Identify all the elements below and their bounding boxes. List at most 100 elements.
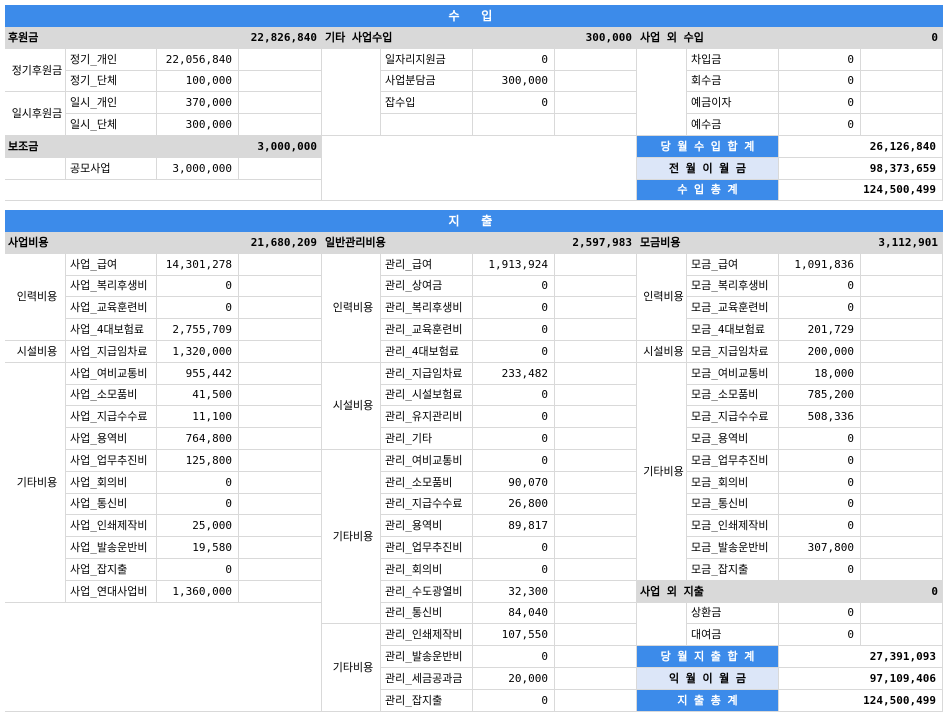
group-empty — [637, 48, 687, 136]
item-empty — [861, 48, 943, 71]
summary-value: 124,500,499 — [779, 689, 943, 712]
item-label: 모금_인쇄제작비 — [687, 515, 779, 538]
item-value: 0 — [157, 471, 239, 494]
item-empty — [555, 624, 637, 647]
item-value: 19,580 — [157, 537, 239, 559]
item-label: 관리_교육훈련비 — [381, 319, 473, 341]
item-label: 관리_소모품비 — [381, 471, 473, 494]
item-label: 관리_업무추진비 — [381, 537, 473, 559]
item-label: 사업_통신비 — [66, 493, 157, 516]
item-empty — [555, 646, 637, 668]
group-label: 인력비용 — [322, 253, 381, 363]
item-value: 1,320,000 — [157, 341, 239, 363]
item-label: 모금_발송운반비 — [687, 537, 779, 559]
item-label: 관리_잡지출 — [381, 689, 473, 712]
item-empty — [239, 92, 322, 115]
item-label: 상환금 — [687, 602, 779, 625]
item-label: 일자리지원금 — [381, 48, 473, 71]
item-value: 0 — [779, 471, 861, 494]
item-label: 사업_지급임차료 — [66, 341, 157, 363]
item-empty — [239, 362, 322, 385]
item-label: 관리_용역비 — [381, 515, 473, 538]
item-value: 200,000 — [779, 341, 861, 363]
item-value: 11,100 — [157, 406, 239, 429]
item-label: 사업_복리후생비 — [66, 275, 157, 298]
item-value: 0 — [473, 406, 555, 429]
item-label: 관리_복리후생비 — [381, 297, 473, 320]
fundraising-expense-total: 3,112,901 — [861, 232, 943, 254]
item-empty — [555, 341, 637, 363]
item-value: 0 — [473, 646, 555, 668]
item-label: 관리_시설보험료 — [381, 384, 473, 407]
item-value: 508,336 — [779, 406, 861, 429]
item-value: 125,800 — [157, 450, 239, 472]
summary-label: 지 출 총 계 — [637, 689, 779, 712]
item-empty — [555, 114, 637, 136]
item-value: 1,091,836 — [779, 253, 861, 276]
item-value: 785,200 — [779, 384, 861, 407]
income-title: 수 입 — [5, 5, 943, 27]
item-empty — [555, 275, 637, 298]
item-label: 일시_개인 — [66, 92, 157, 115]
non-business-income-label: 사업 외 수입 — [637, 27, 861, 49]
item-value: 0 — [779, 493, 861, 516]
group-label: 정기후원금 — [5, 48, 66, 93]
item-value: 20,000 — [473, 668, 555, 690]
item-value: 0 — [473, 428, 555, 450]
item-empty — [861, 319, 943, 341]
expense-title: 지 출 — [5, 210, 943, 232]
item-value: 89,817 — [473, 515, 555, 538]
item-empty — [239, 471, 322, 494]
item-empty — [861, 428, 943, 450]
non-business-income-total: 0 — [861, 27, 943, 49]
summary-label: 당 월 수 입 합 계 — [637, 136, 779, 158]
item-value: 0 — [779, 92, 861, 115]
summary-value: 27,391,093 — [779, 646, 943, 668]
item-value: 0 — [473, 384, 555, 407]
item-empty — [239, 428, 322, 450]
item-empty — [555, 668, 637, 690]
item-value: 1,360,000 — [157, 580, 239, 603]
group-label: 인력비용 — [637, 253, 687, 341]
non-business-expense-total: 0 — [861, 580, 943, 603]
item-label: 관리_여비교통비 — [381, 450, 473, 472]
item-value: 955,442 — [157, 362, 239, 385]
item-label: 사업_여비교통비 — [66, 362, 157, 385]
item-label: 공모사업 — [66, 157, 157, 180]
item-label: 정기_단체 — [66, 70, 157, 93]
summary-label: 익 월 이 월 금 — [637, 668, 779, 690]
item-label: 사업분담금 — [381, 70, 473, 93]
summary-value: 97,109,406 — [779, 668, 943, 690]
item-label: 관리_기타 — [381, 428, 473, 450]
item-label: 사업_지급수수료 — [66, 406, 157, 429]
item-empty — [555, 48, 637, 71]
group-label: 기타비용 — [637, 362, 687, 581]
item-value: 0 — [473, 450, 555, 472]
item-value: 764,800 — [157, 428, 239, 450]
item-empty — [239, 253, 322, 276]
item-label: 예금이자 — [687, 92, 779, 115]
item-empty — [861, 406, 943, 429]
item-label: 사업_연대사업비 — [66, 580, 157, 603]
item-empty — [861, 493, 943, 516]
empty-block — [322, 136, 637, 202]
item-empty — [239, 70, 322, 93]
item-empty — [239, 493, 322, 516]
item-value: 0 — [779, 602, 861, 625]
item-empty — [555, 70, 637, 93]
item-empty — [555, 559, 637, 581]
item-label: 사업_잡지출 — [66, 559, 157, 581]
item-label: 관리_세금공과금 — [381, 668, 473, 690]
item-label: 관리_지급수수료 — [381, 493, 473, 516]
item-value: 1,913,924 — [473, 253, 555, 276]
item-empty — [861, 92, 943, 115]
item-empty — [555, 92, 637, 115]
group-label: 기타비용 — [322, 450, 381, 625]
item-empty — [239, 275, 322, 298]
item-label: 일시_단체 — [66, 114, 157, 136]
item-label: 관리_인쇄제작비 — [381, 624, 473, 647]
item-empty — [239, 114, 322, 136]
subsidy-label: 보조금 — [5, 136, 239, 158]
admin-expense-label: 일반관리비용 — [322, 232, 555, 254]
item-label: 예수금 — [687, 114, 779, 136]
